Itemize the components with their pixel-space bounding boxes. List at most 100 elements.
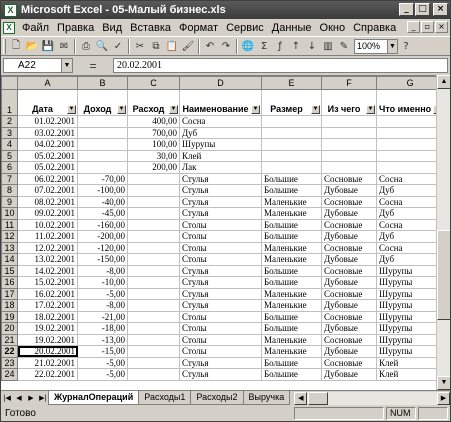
cell[interactable] (127, 172, 180, 185)
cell[interactable] (127, 218, 180, 231)
cell[interactable]: Сосна (375, 172, 445, 185)
cell[interactable]: Стулья (179, 276, 262, 289)
cell[interactable]: Сосна (375, 241, 445, 254)
autofilter-dropdown-icon[interactable]: ▼ (251, 105, 260, 114)
cell[interactable]: 14.02.2001 (17, 264, 78, 277)
workbook-icon[interactable]: X (3, 21, 15, 34)
cell[interactable]: 05.02.2001 (17, 161, 78, 174)
cell[interactable]: Дубовые (321, 253, 377, 266)
cell[interactable]: Маленькие (261, 345, 322, 358)
cell[interactable]: Дубовые (321, 299, 377, 312)
row-header[interactable]: 9 (1, 195, 18, 208)
cell[interactable]: Большие (261, 184, 322, 197)
print-preview-icon[interactable]: 🔍 (94, 38, 110, 54)
cell[interactable]: -45,00 (77, 207, 128, 220)
cell[interactable]: 18.02.2001 (17, 310, 78, 323)
row-header[interactable]: 14 (1, 253, 18, 266)
cell[interactable]: Большие (261, 218, 322, 231)
cell[interactable]: Сосновые (321, 172, 377, 185)
formula-input[interactable]: 20.02.2001 (113, 58, 448, 73)
field-header[interactable]: Что именно▼ (375, 89, 445, 116)
row-header[interactable]: 1 (1, 89, 18, 116)
cell[interactable] (375, 138, 445, 151)
cell[interactable]: -8,00 (77, 264, 128, 277)
cell[interactable]: Лак (179, 161, 262, 174)
cell[interactable]: Дуб (179, 126, 262, 139)
doc-restore-button[interactable]: ▫ (421, 21, 434, 33)
help-icon[interactable]: ? (398, 38, 414, 54)
cell[interactable]: Стулья (179, 207, 262, 220)
autofilter-dropdown-icon[interactable]: ▼ (169, 105, 178, 114)
cell[interactable] (127, 241, 180, 254)
cell[interactable]: Сосна (375, 218, 445, 231)
cell[interactable]: Большие (261, 356, 322, 369)
cell[interactable]: 15.02.2001 (17, 276, 78, 289)
chart-wizard-icon[interactable]: ▥ (320, 38, 336, 54)
cell[interactable]: -160,00 (77, 218, 128, 231)
row-header[interactable]: 24 (1, 368, 18, 381)
row-header[interactable]: 8 (1, 184, 18, 197)
cell[interactable]: 12.02.2001 (17, 241, 78, 254)
cut-icon[interactable]: ✂ (132, 38, 148, 54)
cell[interactable]: Маленькие (261, 287, 322, 300)
cell[interactable]: Дуб (375, 184, 445, 197)
cell[interactable]: Маленькие (261, 299, 322, 312)
menu-view[interactable]: Вид (98, 22, 126, 34)
cell[interactable]: Дуб (375, 230, 445, 243)
cell[interactable] (375, 161, 445, 174)
zoom-select[interactable]: 100% ▼ (354, 38, 398, 54)
undo-icon[interactable]: ↶ (202, 38, 218, 54)
cell[interactable] (127, 230, 180, 243)
cell[interactable] (127, 356, 180, 369)
scroll-right-icon[interactable]: ▶ (437, 391, 450, 405)
sort-descending-icon[interactable]: ↓ (304, 38, 320, 54)
chevron-down-icon[interactable]: ▼ (61, 59, 72, 72)
cell[interactable]: Сосновые (321, 218, 377, 231)
cell[interactable]: Большие (261, 310, 322, 323)
row-header[interactable]: 15 (1, 264, 18, 277)
select-all-corner[interactable] (1, 76, 18, 90)
excel-app-icon[interactable]: X (4, 3, 17, 17)
cell[interactable]: 400,00 (127, 115, 180, 128)
column-header-f[interactable]: F (321, 76, 377, 90)
cell[interactable]: Клей (179, 149, 262, 162)
horizontal-scrollbar[interactable]: ◀ ▶ (294, 391, 450, 405)
name-box[interactable]: A22 ▼ (3, 58, 73, 73)
autofilter-dropdown-icon[interactable]: ▼ (366, 105, 375, 114)
cell[interactable]: Сосновые (321, 356, 377, 369)
cell[interactable]: Столы (179, 241, 262, 254)
column-header-b[interactable]: B (77, 76, 128, 90)
cell[interactable]: 17.02.2001 (17, 299, 78, 312)
cell[interactable]: -13,00 (77, 333, 128, 346)
cell[interactable] (127, 195, 180, 208)
row-header[interactable]: 22 (1, 345, 18, 358)
row-header[interactable]: 11 (1, 218, 18, 231)
row-header[interactable]: 13 (1, 241, 18, 254)
cell[interactable]: 22.02.2001 (17, 368, 78, 381)
menu-tools[interactable]: Сервис (222, 22, 268, 34)
field-header[interactable]: Размер ▼ (261, 89, 322, 116)
cell[interactable]: Столы (179, 310, 262, 323)
prev-sheet-icon[interactable]: ◀ (13, 392, 25, 405)
cell[interactable]: Сосна (375, 195, 445, 208)
email-icon[interactable]: ✉ (56, 38, 72, 54)
cell[interactable] (321, 161, 377, 174)
sheet-tab[interactable]: Расходы1 (138, 391, 192, 405)
doc-close-button[interactable]: × (435, 21, 448, 33)
cell[interactable]: Маленькие (261, 241, 322, 254)
sheet-tab[interactable]: Расходы2 (190, 391, 244, 405)
cell[interactable]: Маленькие (261, 207, 322, 220)
cell[interactable]: Стулья (179, 264, 262, 277)
cell[interactable]: Столы (179, 253, 262, 266)
cell[interactable]: 07.02.2001 (17, 184, 78, 197)
row-header[interactable]: 12 (1, 230, 18, 243)
cell[interactable]: -10,00 (77, 276, 128, 289)
cell[interactable]: -40,00 (77, 195, 128, 208)
cell[interactable]: 01.02.2001 (17, 115, 78, 128)
cell[interactable]: Большие (261, 230, 322, 243)
menu-file[interactable]: Файл (18, 22, 53, 34)
cell[interactable] (261, 149, 322, 162)
cell[interactable]: -15,00 (77, 345, 128, 358)
cell[interactable]: Дубовые (321, 345, 377, 358)
row-header[interactable]: 4 (1, 138, 18, 151)
